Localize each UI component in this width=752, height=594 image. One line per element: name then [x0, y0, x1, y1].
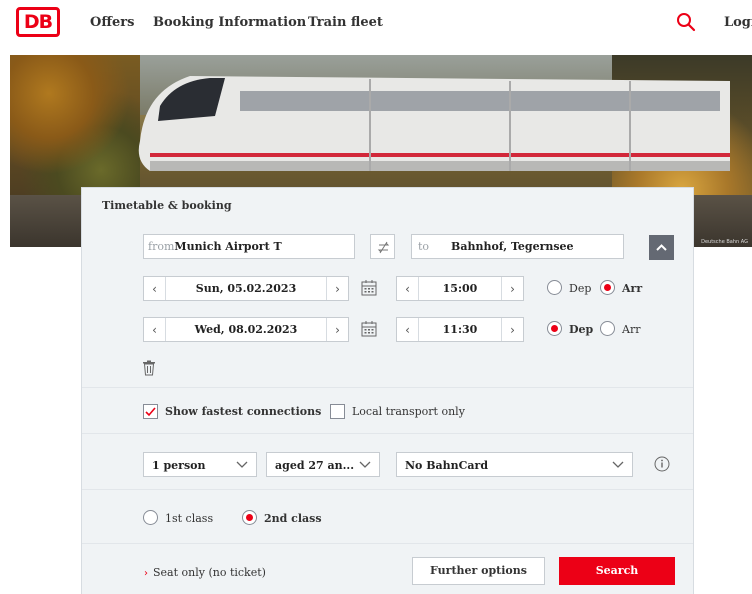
- chevron-down-icon: [612, 461, 624, 468]
- swap-icon: [377, 241, 390, 254]
- chevron-right-icon: ›: [144, 568, 148, 579]
- collapse-button[interactable]: [649, 235, 674, 260]
- seat-only-link[interactable]: › Seat only (no ticket): [144, 566, 266, 579]
- persons-select[interactable]: 1 person: [143, 452, 257, 477]
- outbound-time-prev-button[interactable]: ‹: [397, 277, 419, 300]
- search-button[interactable]: Search: [559, 557, 675, 585]
- bahncard-value: No BahnCard: [405, 459, 489, 472]
- panel-title: Timetable & booking: [102, 199, 232, 212]
- local-transport-checkbox[interactable]: [330, 404, 345, 419]
- from-placeholder: from: [148, 240, 175, 253]
- outbound-date-value: Sun, 05.02.2023: [195, 282, 297, 295]
- outbound-time-value: 15:00: [442, 282, 478, 295]
- second-class-label: 2nd class: [264, 512, 322, 525]
- outbound-arr-label: Arr: [622, 282, 643, 295]
- return-date-next-button[interactable]: ›: [326, 318, 348, 341]
- chevron-up-icon: [656, 244, 667, 251]
- return-date-prev-button[interactable]: ‹: [144, 318, 166, 341]
- to-placeholder: to: [418, 240, 430, 253]
- outbound-arr-radio[interactable]: [600, 280, 615, 295]
- return-time-value: 11:30: [442, 323, 478, 336]
- to-input[interactable]: to Bahnhof, Tegernsee: [411, 234, 624, 259]
- outbound-date-next-button[interactable]: ›: [326, 277, 348, 300]
- divider: [82, 433, 693, 434]
- return-time-prev-button[interactable]: ‹: [397, 318, 419, 341]
- seat-only-label: Seat only (no ticket): [153, 566, 266, 579]
- check-icon: [145, 407, 156, 417]
- persons-value: 1 person: [152, 459, 206, 472]
- swap-stations-button[interactable]: [370, 234, 395, 259]
- search-icon[interactable]: [676, 12, 696, 32]
- from-value: Munich Airport T: [174, 240, 282, 253]
- nav-offers[interactable]: Offers: [90, 15, 134, 30]
- return-date-value: Wed, 08.02.2023: [194, 323, 298, 336]
- outbound-dep-radio[interactable]: [547, 280, 562, 295]
- local-transport-label: Local transport only: [352, 405, 465, 418]
- top-header: DB Offers Booking Information Train flee…: [0, 0, 752, 50]
- info-icon[interactable]: [654, 456, 670, 472]
- booking-panel: Timetable & booking fromMunich Airport T…: [81, 187, 694, 594]
- login-link[interactable]: Logi: [724, 15, 752, 30]
- return-arr-radio[interactable]: [600, 321, 615, 336]
- fastest-connections-label: Show fastest connections: [165, 405, 322, 418]
- first-class-radio[interactable]: [143, 510, 158, 525]
- outbound-dep-label: Dep: [569, 282, 592, 295]
- calendar-icon[interactable]: [358, 277, 380, 299]
- outbound-date-picker[interactable]: ‹ Sun, 05.02.2023 ›: [143, 276, 349, 301]
- trash-icon[interactable]: [142, 360, 156, 376]
- ice-train-image: [138, 76, 730, 171]
- second-class-radio[interactable]: [242, 510, 257, 525]
- return-dep-label: Dep: [569, 323, 594, 336]
- outbound-time-next-button[interactable]: ›: [501, 277, 523, 300]
- divider: [82, 387, 693, 388]
- chevron-down-icon: [236, 461, 248, 468]
- return-time-next-button[interactable]: ›: [501, 318, 523, 341]
- nav-train-fleet[interactable]: Train fleet: [308, 15, 383, 30]
- return-time-picker[interactable]: ‹ 11:30 ›: [396, 317, 524, 342]
- return-date-picker[interactable]: ‹ Wed, 08.02.2023 ›: [143, 317, 349, 342]
- calendar-icon[interactable]: [358, 318, 380, 340]
- bahncard-select[interactable]: No BahnCard: [396, 452, 633, 477]
- divider: [82, 543, 693, 544]
- age-select[interactable]: aged 27 an...: [266, 452, 380, 477]
- age-value: aged 27 an...: [275, 459, 355, 472]
- first-class-label: 1st class: [165, 512, 214, 525]
- outbound-time-picker[interactable]: ‹ 15:00 ›: [396, 276, 524, 301]
- further-options-button[interactable]: Further options: [412, 557, 545, 585]
- return-arr-label: Arr: [622, 323, 641, 336]
- fastest-connections-checkbox[interactable]: [143, 404, 158, 419]
- outbound-date-prev-button[interactable]: ‹: [144, 277, 166, 300]
- to-value: Bahnhof, Tegernsee: [451, 240, 574, 253]
- chevron-down-icon: [359, 461, 371, 468]
- nav-booking-information[interactable]: Booking Information: [153, 15, 306, 30]
- return-dep-radio[interactable]: [547, 321, 562, 336]
- db-logo[interactable]: DB: [16, 7, 60, 37]
- divider: [82, 489, 693, 490]
- photo-credit: Deutsche Bahn AG: [701, 239, 748, 245]
- from-input[interactable]: fromMunich Airport T: [143, 234, 355, 259]
